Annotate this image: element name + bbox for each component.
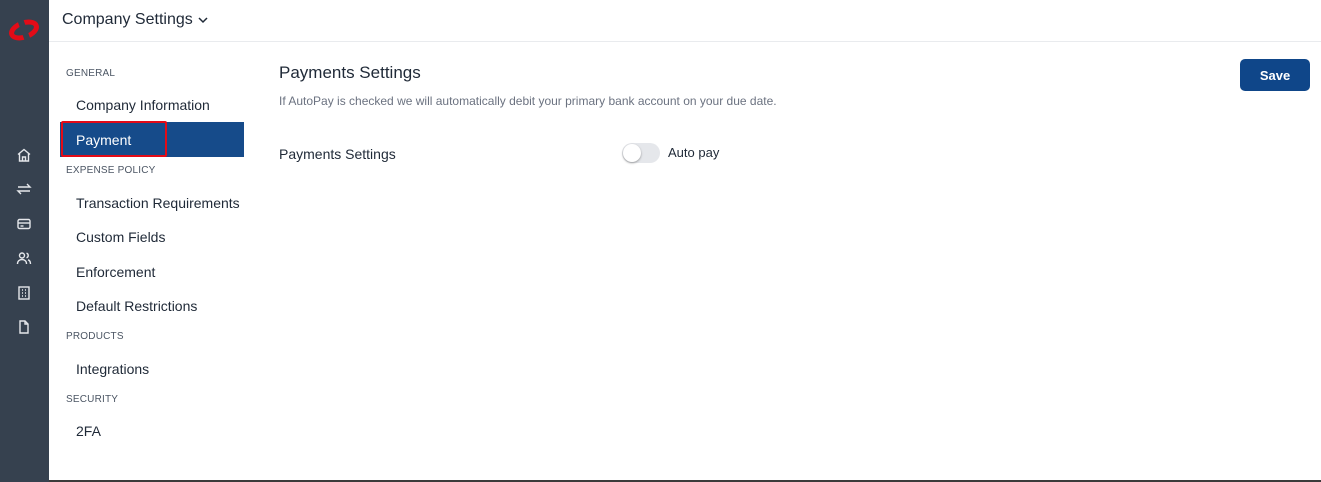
auto-pay-label: Auto pay (668, 145, 720, 160)
nav-item-integrations[interactable]: Integrations (60, 351, 244, 386)
section-label-security: SECURITY (66, 394, 119, 405)
section-label-general: GENERAL (66, 68, 116, 79)
company-settings-dropdown[interactable]: Company Settings (62, 11, 209, 29)
building-icon[interactable] (14, 283, 34, 303)
icon-rail (0, 0, 49, 482)
setting-row-label: Payments Settings (279, 146, 396, 162)
card-icon[interactable] (14, 214, 34, 234)
page-header-title: Company Settings (62, 11, 193, 28)
home-icon[interactable] (14, 145, 34, 165)
settings-nav: GENERAL Company Information Payment EXPE… (49, 41, 259, 482)
transfer-icon[interactable] (14, 179, 34, 199)
chevron-down-icon (198, 17, 208, 24)
top-bar: Company Settings (49, 0, 1321, 42)
section-label-expense-policy: EXPENSE POLICY (66, 165, 156, 176)
logo-icon[interactable] (8, 18, 40, 42)
nav-item-2fa[interactable]: 2FA (60, 413, 244, 448)
nav-item-enforcement[interactable]: Enforcement (60, 254, 244, 289)
nav-item-payment[interactable]: Payment (60, 122, 244, 157)
nav-item-default-restrictions[interactable]: Default Restrictions (60, 288, 244, 323)
users-icon[interactable] (14, 248, 34, 268)
save-button[interactable]: Save (1240, 59, 1310, 91)
nav-item-transaction-requirements[interactable]: Transaction Requirements (60, 185, 244, 220)
page-title: Payments Settings (279, 63, 421, 82)
payments-settings-panel: Payments Settings If AutoPay is checked … (279, 41, 1321, 482)
page-description: If AutoPay is checked we will automatica… (279, 94, 777, 108)
nav-item-company-information[interactable]: Company Information (60, 87, 244, 122)
toggle-knob (623, 144, 641, 162)
auto-pay-toggle[interactable] (622, 143, 660, 163)
document-icon[interactable] (14, 317, 34, 337)
nav-item-custom-fields[interactable]: Custom Fields (60, 219, 244, 254)
section-label-products: PRODUCTS (66, 331, 124, 342)
